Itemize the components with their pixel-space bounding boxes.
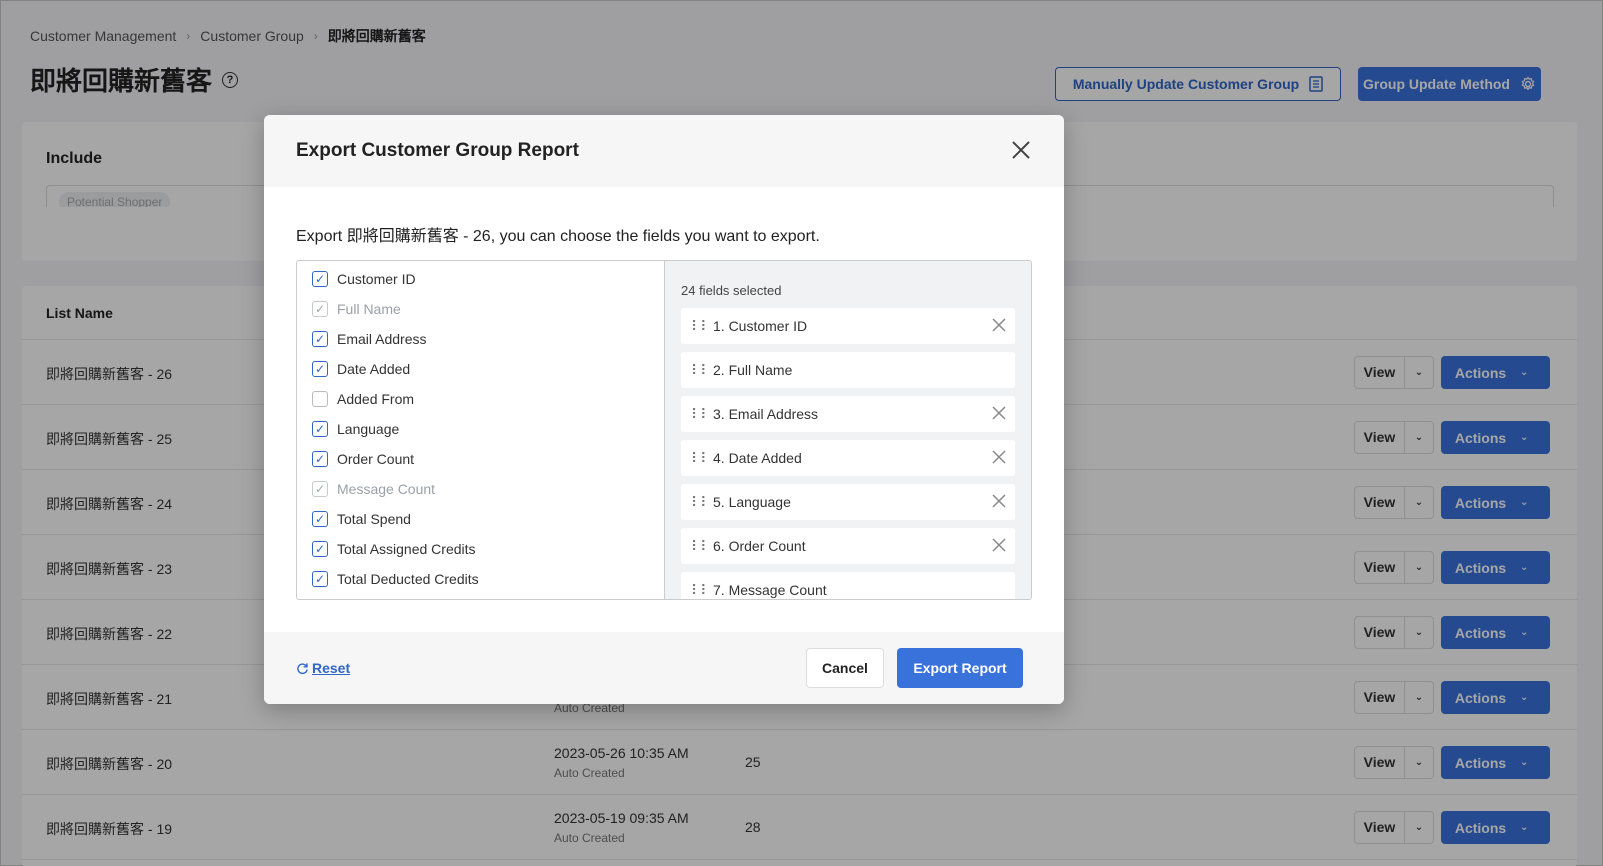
checkbox-icon[interactable]: ✓ [312,541,328,557]
checkbox-icon[interactable]: ✓ [312,271,328,287]
drag-handle-icon[interactable]: ⠇⠇ [691,538,713,555]
selected-field-item[interactable]: ⠇⠇ 3. Email Address [681,396,1015,432]
drag-handle-icon[interactable]: ⠇⠇ [691,494,713,511]
field-label: Customer ID [337,271,416,287]
selected-field-item[interactable]: ⠇⠇ 6. Order Count [681,528,1015,564]
drag-handle-icon[interactable]: ⠇⠇ [691,362,713,379]
selected-field-label: 4. Date Added [713,450,802,466]
selected-field-label: 3. Email Address [713,406,819,422]
checkbox-icon[interactable] [312,391,328,407]
field-checkbox-row[interactable]: ✓ Email Address [297,324,664,354]
field-label: Total Deducted Credits [337,571,479,587]
checkbox-icon[interactable]: ✓ [312,421,328,437]
remove-icon[interactable] [991,493,1007,509]
field-checkbox-row[interactable]: ✓ Order Count [297,444,664,474]
reset-label: Reset [312,660,351,676]
export-report-button[interactable]: Export Report [897,648,1023,688]
field-checkbox-row[interactable]: ✓Total Used Credits [297,594,664,599]
selected-field-label: 5. Language [713,494,791,510]
selected-field-item[interactable]: ⠇⠇ 4. Date Added [681,440,1015,476]
field-checkbox-row[interactable]: ✓ Total Spend [297,504,664,534]
field-checklist[interactable]: ✓ Customer ID ✓ Full Name ✓ Email Address ✓ Dat… [297,261,665,599]
modal-header: Export Customer Group Report [264,115,1064,187]
remove-icon[interactable] [991,449,1007,465]
export-report-modal: Export Customer Group Report Export 即將回購… [264,115,1064,704]
field-checkbox-row[interactable]: ✓ Total Deducted Credits [297,564,664,594]
field-checkbox-row[interactable]: ✓ Language [297,414,664,444]
remove-icon[interactable] [991,405,1007,421]
field-checkbox-row[interactable]: ✓ Customer ID [297,264,664,294]
checkbox-icon: ✓ [312,301,328,317]
drag-handle-icon[interactable]: ⠇⠇ [691,582,713,599]
drag-handle-icon[interactable]: ⠇⠇ [691,318,713,335]
remove-icon[interactable] [991,537,1007,553]
drag-handle-icon[interactable]: ⠇⠇ [691,450,713,467]
selected-field-item[interactable]: ⠇⠇ 2. Full Name [681,352,1015,388]
field-label: Date Added [337,361,411,377]
selected-field-label: 2. Full Name [713,362,793,378]
selected-field-item[interactable]: ⠇⠇ 7. Message Count [681,572,1015,599]
remove-icon[interactable] [991,317,1007,333]
selected-field-item[interactable]: ⠇⠇ 1. Customer ID [681,308,1015,344]
field-checkbox-row[interactable]: Added From [297,384,664,414]
field-label: Total Assigned Credits [337,541,476,557]
field-label: Full Name [337,301,401,317]
modal-description: Export 即將回購新舊客 - 26, you can choose the … [296,228,820,245]
selected-field-label: 7. Message Count [713,582,827,598]
field-label: Total Spend [337,511,411,527]
checkbox-icon[interactable]: ✓ [312,451,328,467]
selected-count: 24 fields selected [681,283,782,298]
selected-field-label: 6. Order Count [713,538,806,554]
checkbox-icon[interactable]: ✓ [312,361,328,377]
selected-field-item[interactable]: ⠇⠇ 5. Language [681,484,1015,520]
field-label: Added From [337,391,415,407]
modal-title: Export Customer Group Report [296,140,579,161]
field-label: Message Count [337,481,436,497]
close-icon[interactable] [1010,139,1032,161]
field-checkbox-row[interactable]: ✓ Date Added [297,354,664,384]
modal-footer: Reset Cancel Export Report [264,632,1064,704]
selected-field-label: 1. Customer ID [713,318,808,334]
cancel-button[interactable]: Cancel [806,648,884,688]
reset-link[interactable]: Reset [296,660,350,676]
field-label: Email Address [337,331,427,347]
field-checkbox-row: ✓ Full Name [297,294,664,324]
checkbox-icon[interactable]: ✓ [312,571,328,587]
selected-fields-panel: 24 fields selected ⠇⠇ 1. Customer ID ⠇⠇ 2. … [665,261,1031,599]
drag-handle-icon[interactable]: ⠇⠇ [691,406,713,423]
checkbox-icon: ✓ [312,481,328,497]
field-checkbox-row[interactable]: ✓ Total Assigned Credits [297,534,664,564]
checkbox-icon[interactable]: ✓ [312,511,328,527]
field-checkbox-row: ✓ Message Count [297,474,664,504]
refresh-icon [297,662,308,674]
field-picker: ✓ Customer ID ✓ Full Name ✓ Email Address ✓ Dat… [296,260,1032,600]
field-label: Order Count [337,451,415,467]
checkbox-icon[interactable]: ✓ [312,331,328,347]
field-label: Language [337,421,400,437]
